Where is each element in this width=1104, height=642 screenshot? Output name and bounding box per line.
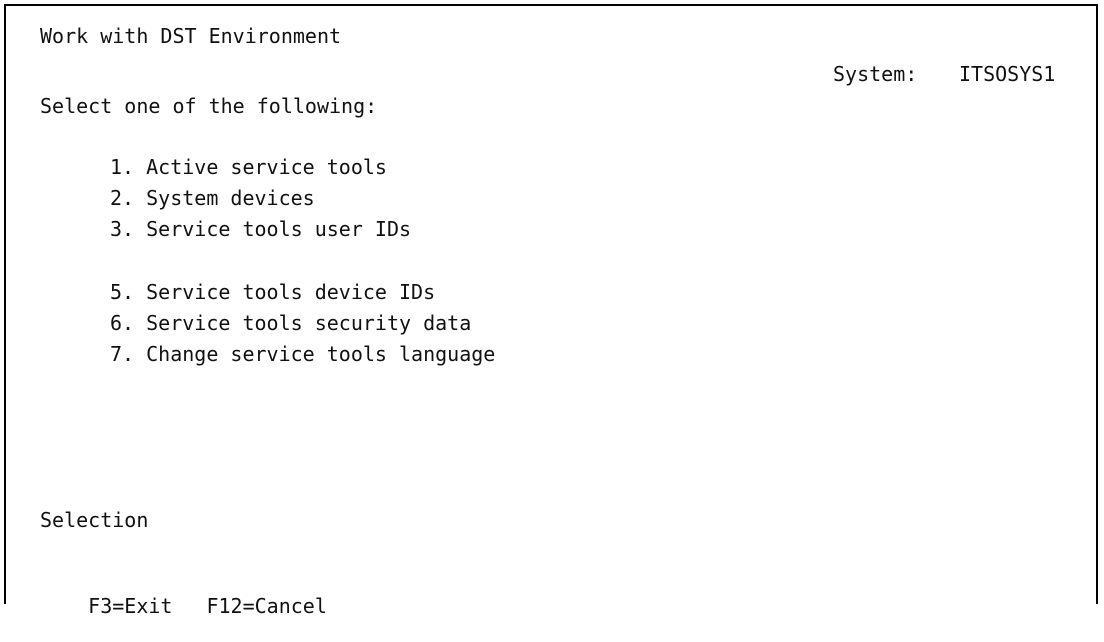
function-key-bar: F3=Exit F12=Cancel bbox=[40, 570, 327, 642]
f3-exit-key[interactable]: F3=Exit bbox=[88, 594, 172, 618]
menu-item-change-service-tools-language[interactable]: 7. Change service tools language bbox=[110, 342, 495, 366]
instruction-text: Select one of the following: bbox=[40, 94, 378, 118]
menu-item-service-tools-device-ids[interactable]: 5. Service tools device IDs bbox=[110, 280, 435, 304]
system-label: System: bbox=[833, 62, 918, 86]
menu-item-active-service-tools[interactable]: 1. Active service tools bbox=[110, 155, 387, 179]
f12-cancel-key[interactable]: F12=Cancel bbox=[206, 594, 326, 618]
system-name: ITSOSYS1 bbox=[959, 62, 1056, 86]
menu-item-system-devices[interactable]: 2. System devices bbox=[110, 186, 315, 210]
terminal-screen: Work with DST Environment System: ITSOSY… bbox=[4, 4, 1098, 618]
screen-title: Work with DST Environment bbox=[40, 24, 342, 48]
selection-input[interactable] bbox=[176, 508, 296, 532]
selection-label: Selection bbox=[40, 508, 149, 532]
menu-item-service-tools-security-data[interactable]: 6. Service tools security data bbox=[110, 311, 471, 335]
menu-item-service-tools-user-ids[interactable]: 3. Service tools user IDs bbox=[110, 217, 411, 241]
